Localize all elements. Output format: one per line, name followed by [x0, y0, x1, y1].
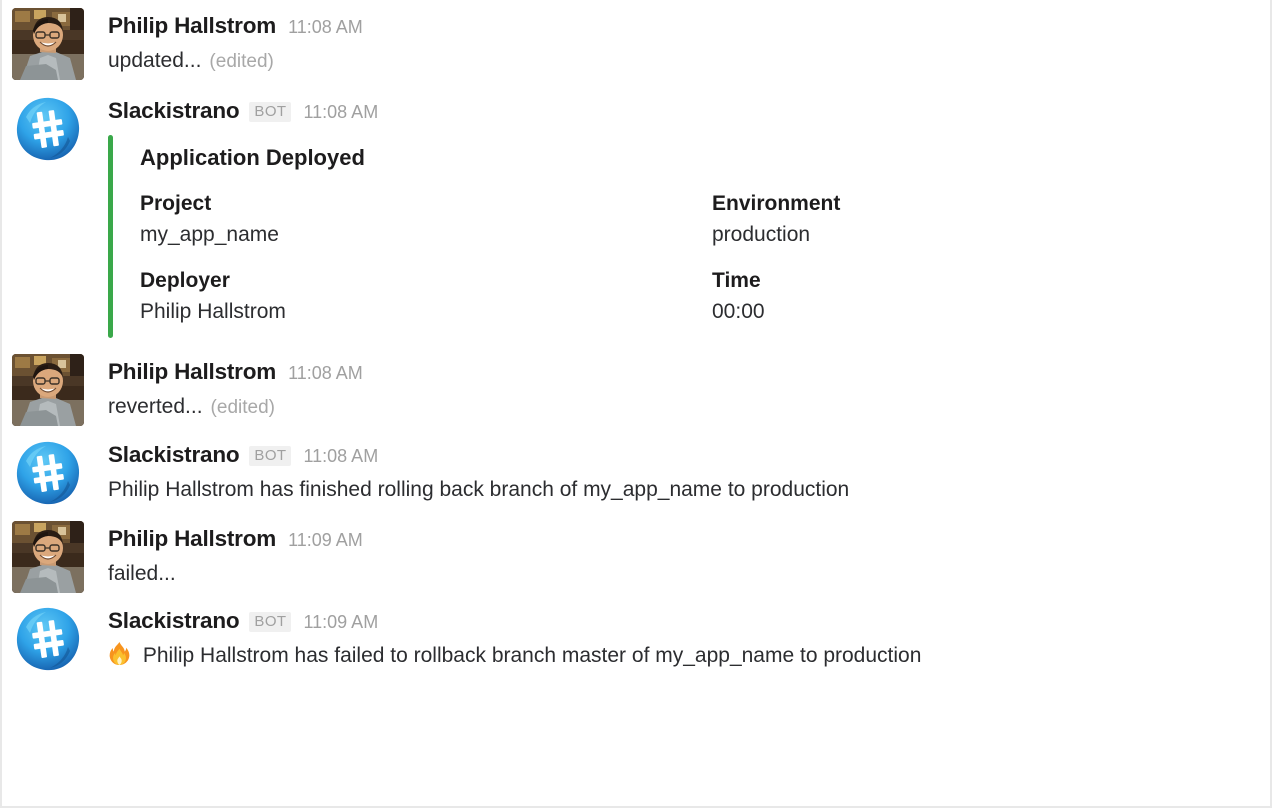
message-author[interactable]: Slackistrano: [108, 437, 240, 473]
message-timestamp[interactable]: 11:08 AM: [288, 355, 363, 391]
message-author[interactable]: Slackistrano: [108, 603, 240, 639]
attachment-field-project: Project my_app_name: [140, 189, 712, 251]
message-timestamp[interactable]: 11:08 AM: [303, 438, 378, 474]
field-title: Deployer: [140, 269, 230, 292]
edited-label: (edited): [209, 51, 274, 72]
slackistrano-bot-avatar[interactable]: [12, 437, 84, 509]
message-header: Philip Hallstrom 11:08 AM: [108, 8, 1270, 44]
attachment-field-environment: Environment production: [712, 189, 1270, 251]
fire-emoji: [108, 642, 137, 667]
message-reverted[interactable]: Philip Hallstrom 11:08 AM reverted... (ed…: [2, 338, 1270, 426]
message-text: reverted...: [108, 395, 203, 418]
message-application-deployed[interactable]: Slackistrano BOT 11:08 AM Application De…: [2, 79, 1270, 338]
message-body: updated... (edited): [108, 44, 1270, 79]
bot-badge: BOT: [249, 102, 292, 122]
user-photo-avatar[interactable]: [12, 354, 84, 426]
message-body: reverted... (edited): [108, 390, 1270, 425]
message-text: Philip Hallstrom has finished rolling ba…: [108, 478, 850, 501]
user-photo-avatar[interactable]: [12, 8, 84, 80]
message-text: failed...: [108, 562, 176, 585]
field-value: my_app_name: [140, 223, 279, 246]
message-author[interactable]: Slackistrano: [108, 93, 240, 129]
message-header: Philip Hallstrom 11:08 AM: [108, 354, 1270, 390]
message-text: Philip Hallstrom has failed to rollback …: [142, 644, 922, 667]
bot-badge: BOT: [249, 446, 292, 466]
message-rollback-finished[interactable]: Slackistrano BOT 11:08 AM Philip Hallstr…: [2, 425, 1270, 509]
field-value: 00:00: [712, 300, 765, 323]
attachment-field-grid: Project my_app_name Environment producti…: [140, 189, 1270, 328]
message-body: Philip Hallstrom has finished rolling ba…: [108, 473, 1270, 507]
attachment-accent-bar: [108, 135, 113, 338]
user-photo-avatar[interactable]: [12, 521, 84, 593]
message-header: Philip Hallstrom 11:09 AM: [108, 521, 1270, 557]
attachment-field-row: Project my_app_name Environment producti…: [140, 189, 1270, 251]
message-header: Slackistrano BOT 11:09 AM: [108, 603, 1270, 639]
field-value: production: [712, 223, 811, 246]
slackistrano-bot-avatar[interactable]: [12, 93, 84, 165]
slackistrano-bot-avatar[interactable]: [12, 603, 84, 675]
slack-message-pane: Philip Hallstrom 11:08 AM updated... (edi…: [0, 0, 1272, 808]
message-attachment: Application Deployed Project my_app_name…: [108, 135, 1270, 338]
message-header: Slackistrano BOT 11:08 AM: [108, 437, 1270, 473]
attachment-field-row: Deployer Philip Hallstrom Time 00:00: [140, 266, 1270, 328]
message-timestamp[interactable]: 11:09 AM: [303, 604, 378, 640]
message-body: failed...: [108, 557, 1270, 591]
message-list: Philip Hallstrom 11:08 AM updated... (edi…: [2, 0, 1270, 675]
message-text: updated...: [108, 49, 202, 72]
attachment-title: Application Deployed: [140, 145, 365, 170]
field-title: Project: [140, 192, 212, 215]
attachment-field-time: Time 00:00: [712, 266, 1270, 328]
edited-label: (edited): [210, 397, 275, 418]
field-value: Philip Hallstrom: [140, 300, 286, 323]
message-header: Slackistrano BOT 11:08 AM: [108, 93, 1270, 129]
field-title: Environment: [712, 192, 841, 215]
message-author[interactable]: Philip Hallstrom: [108, 521, 276, 557]
message-updated[interactable]: Philip Hallstrom 11:08 AM updated... (edi…: [2, 0, 1270, 80]
bot-badge: BOT: [249, 612, 292, 632]
field-title: Time: [712, 269, 761, 292]
message-timestamp[interactable]: 11:09 AM: [288, 522, 363, 558]
message-body: Philip Hallstrom has failed to rollback …: [108, 639, 1270, 673]
message-timestamp[interactable]: 11:08 AM: [303, 94, 378, 130]
message-failed[interactable]: Philip Hallstrom 11:09 AM failed...: [2, 507, 1270, 593]
message-timestamp[interactable]: 11:08 AM: [288, 9, 363, 45]
message-rollback-failed[interactable]: Slackistrano BOT 11:09 AM Philip Hallstr…: [2, 591, 1270, 675]
message-author[interactable]: Philip Hallstrom: [108, 354, 276, 390]
message-author[interactable]: Philip Hallstrom: [108, 8, 276, 44]
attachment-field-deployer: Deployer Philip Hallstrom: [140, 266, 712, 328]
